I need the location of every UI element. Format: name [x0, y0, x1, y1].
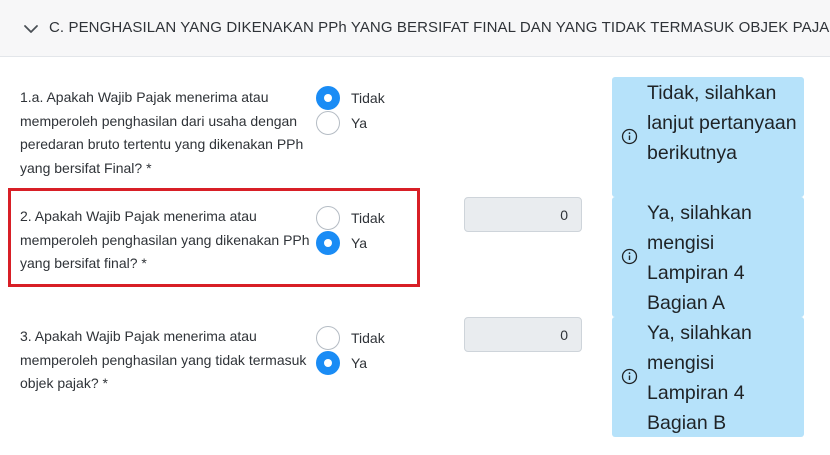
info-icon [621, 128, 638, 145]
question-3-radio-ya[interactable] [316, 351, 340, 375]
question-1-label-ya: Ya [351, 115, 368, 131]
question-3-text: 3. Apakah Wajib Pajak menerima atau memp… [20, 328, 307, 391]
question-3-label-tidak: Tidak [351, 330, 385, 346]
question-1-radio-tidak[interactable] [316, 86, 340, 110]
question-2-info-text: Ya, silahkan mengisi Lampiran 4 Bagian A [647, 202, 752, 314]
question-3-amount-input[interactable]: 0 [464, 317, 582, 352]
info-icon [621, 248, 638, 265]
question-3-info-box: Ya, silahkan mengisi Lampiran 4 Bagian B [612, 317, 804, 437]
question-1-info-text: Tidak, silahkan lanjut pertanyaan beriku… [647, 82, 797, 164]
question-1-label-tidak: Tidak [351, 90, 385, 106]
section-title: C. PENGHASILAN YANG DIKENAKAN PPh YANG B… [49, 19, 830, 36]
question-3-label-ya: Ya [351, 355, 368, 371]
chevron-down-icon[interactable] [22, 20, 40, 38]
question-1-info-box: Tidak, silahkan lanjut pertanyaan beriku… [612, 77, 804, 197]
question-2-info-box: Ya, silahkan mengisi Lampiran 4 Bagian A [612, 197, 804, 317]
question-2-amount-input[interactable]: 0 [464, 197, 582, 232]
question-3-radio-tidak[interactable] [316, 326, 340, 350]
highlight-box [8, 188, 420, 287]
info-icon [621, 368, 638, 385]
question-3-info-text: Ya, silahkan mengisi Lampiran 4 Bagian B [647, 322, 752, 434]
section-header[interactable]: C. PENGHASILAN YANG DIKENAKAN PPh YANG B… [0, 0, 830, 57]
question-1-radio-ya[interactable] [316, 111, 340, 135]
question-1-text: 1.a. Apakah Wajib Pajak menerima atau me… [20, 89, 304, 176]
